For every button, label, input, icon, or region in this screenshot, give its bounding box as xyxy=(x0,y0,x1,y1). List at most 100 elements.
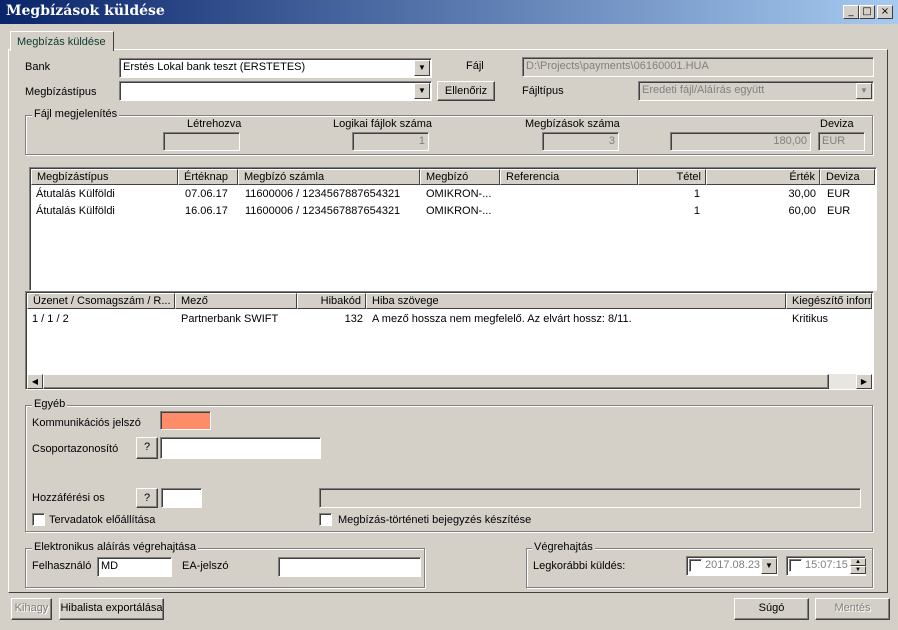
orders-col-header[interactable]: Megbízó számla xyxy=(238,169,420,185)
save-button[interactable]: Mentés xyxy=(815,598,890,620)
orders-count-value: 3 xyxy=(608,135,615,147)
group-id-field[interactable] xyxy=(160,437,321,459)
errors-col-header[interactable]: Üzenet / Csomagszám / R... xyxy=(27,293,175,309)
order-cell xyxy=(507,186,637,202)
logical-files-value: 1 xyxy=(418,135,425,147)
order-cell: 11600006 / 1234567887654321 xyxy=(245,205,401,217)
access-help-button[interactable]: ? xyxy=(136,488,158,508)
logical-files-label: Logikai fájlok száma xyxy=(333,118,433,130)
tab-send-orders[interactable]: Megbízás küldése xyxy=(10,31,114,51)
chevron-down-icon[interactable]: ▼ xyxy=(761,558,777,574)
currency-label: Deviza xyxy=(820,118,854,130)
execution-group-label: Végrehajtás xyxy=(532,541,595,553)
access-field[interactable] xyxy=(161,488,202,508)
comm-password-field[interactable] xyxy=(160,411,211,430)
bank-label: Bank xyxy=(25,61,51,73)
error-cell: 132 xyxy=(344,313,363,325)
chevron-down-icon[interactable]: ▼ xyxy=(414,83,430,99)
order-cell: OMIKRON-... xyxy=(426,205,492,217)
earliest-send-label: Legkorábbi küldés: xyxy=(533,560,626,572)
order-cell: Átutalás Külföldi xyxy=(36,188,115,200)
skip-button[interactable]: Kihagy xyxy=(11,598,52,620)
time-checkbox[interactable] xyxy=(789,559,802,572)
user-field[interactable]: MD xyxy=(97,557,172,577)
file-label: Fájl xyxy=(466,60,484,72)
order-cell: 16.06.17 xyxy=(185,205,228,217)
table-row[interactable]: 1 / 1 / 2 Partnerbank SWIFT 132 A mező h… xyxy=(27,311,872,327)
orders-col-header[interactable]: Megbízástípus xyxy=(31,169,178,185)
filetype-value: Eredeti fájl/Aláírás együtt xyxy=(642,84,765,96)
history-label: Megbízás-történeti bejegyzés készítése xyxy=(338,514,532,526)
scroll-right-icon[interactable]: ▶ xyxy=(856,374,872,389)
order-cell: 30,00 xyxy=(788,188,816,200)
file-path-field: D:\Projects\payments\06160001.HUA xyxy=(522,57,874,77)
created-field xyxy=(163,132,240,151)
spin-up-icon[interactable]: ▲ xyxy=(850,558,866,566)
check-button[interactable]: Ellenőriz xyxy=(437,81,495,101)
order-cell: 1 xyxy=(693,188,700,200)
currency-field: EUR xyxy=(818,132,865,151)
date-checkbox[interactable] xyxy=(689,559,702,572)
table-row[interactable]: Átutalás Külföldi 07.06.17 11600006 / 12… xyxy=(31,186,875,202)
signature-group-label: Elektronikus aláírás végrehajtása xyxy=(32,541,199,553)
error-cell: 1 / 1 / 2 xyxy=(32,313,69,325)
order-type-label: Megbízástípus xyxy=(25,86,97,98)
order-type-select[interactable] xyxy=(119,81,432,101)
scroll-left-icon[interactable]: ◀ xyxy=(27,374,43,389)
orders-count-field: 3 xyxy=(542,132,619,151)
orders-col-header[interactable]: Megbízó xyxy=(420,169,500,185)
chevron-down-icon[interactable]: ▼ xyxy=(414,60,430,76)
order-cell: EUR xyxy=(827,205,851,217)
orders-col-header[interactable]: Értéknap xyxy=(178,169,238,185)
order-cell: EUR xyxy=(827,188,851,200)
currency-value: EUR xyxy=(822,135,846,147)
date-value: 2017.08.23 xyxy=(705,559,761,571)
orders-col-header[interactable]: Deviza xyxy=(820,169,875,185)
orders-col-header[interactable]: Referencia xyxy=(500,169,638,185)
orders-count-label: Megbízások száma xyxy=(525,118,620,130)
filetype-select: Eredeti fájl/Aláírás együtt xyxy=(638,81,874,101)
group-id-help-button[interactable]: ? xyxy=(136,437,158,459)
minimize-button[interactable]: _ xyxy=(843,5,859,19)
user-label: Felhasználó xyxy=(32,560,92,572)
logical-files-field: 1 xyxy=(352,132,429,151)
close-button[interactable]: × xyxy=(877,5,893,19)
total-amount-field: 180,00 xyxy=(670,132,811,151)
errors-col-header[interactable]: Kiegészítő inform xyxy=(786,293,872,309)
order-cell: OMIKRON-... xyxy=(426,188,492,200)
group-id-label: Csoportazonosító xyxy=(32,443,119,455)
order-cell: 11600006 / 1234567887654321 xyxy=(245,188,401,200)
bank-value: Erstés Lokal bank teszt (ERSTETES) xyxy=(123,61,306,73)
order-cell: 1 xyxy=(693,205,700,217)
errors-col-header[interactable]: Hibakód xyxy=(297,293,366,309)
time-value: 15:07:15 xyxy=(805,559,848,571)
bank-select[interactable]: Erstés Lokal bank teszt (ERSTETES) xyxy=(119,58,432,78)
file-path-value: D:\Projects\payments\06160001.HUA xyxy=(526,60,709,72)
export-errors-button[interactable]: Hibalista exportálása xyxy=(59,598,164,620)
maximize-button[interactable]: □ xyxy=(859,5,875,19)
order-cell: Átutalás Külföldi xyxy=(36,205,115,217)
order-cell xyxy=(507,203,637,219)
access-label: Hozzáférési os xyxy=(32,492,105,504)
other-group xyxy=(25,405,873,532)
total-amount-value: 180,00 xyxy=(773,135,807,147)
other-group-label: Egyéb xyxy=(32,398,68,410)
errors-col-header[interactable]: Mező xyxy=(175,293,297,309)
spin-down-icon[interactable]: ▼ xyxy=(850,566,866,574)
created-label: Létrehozva xyxy=(187,118,242,130)
orders-col-header[interactable]: Tétel xyxy=(638,169,706,185)
window-title: Megbízások küldése xyxy=(6,3,165,19)
ea-password-field[interactable] xyxy=(278,557,421,577)
table-row[interactable]: Átutalás Külföldi 16.06.17 11600006 / 12… xyxy=(31,203,875,219)
scrollbar-thumb[interactable] xyxy=(43,374,829,389)
ea-password-label: EA-jelszó xyxy=(182,560,229,572)
access-display-field xyxy=(319,488,861,508)
errors-col-header[interactable]: Hiba szövege xyxy=(366,293,786,309)
error-cell: Kritikus xyxy=(792,313,829,325)
history-checkbox[interactable] xyxy=(319,513,332,526)
order-cell: 07.06.17 xyxy=(185,188,228,200)
error-cell: A mező hossza nem megfelelő. Az elvárt h… xyxy=(372,313,632,325)
orders-col-header[interactable]: Érték xyxy=(706,169,820,185)
help-button[interactable]: Súgó xyxy=(734,598,809,620)
plan-data-checkbox[interactable] xyxy=(32,513,45,526)
